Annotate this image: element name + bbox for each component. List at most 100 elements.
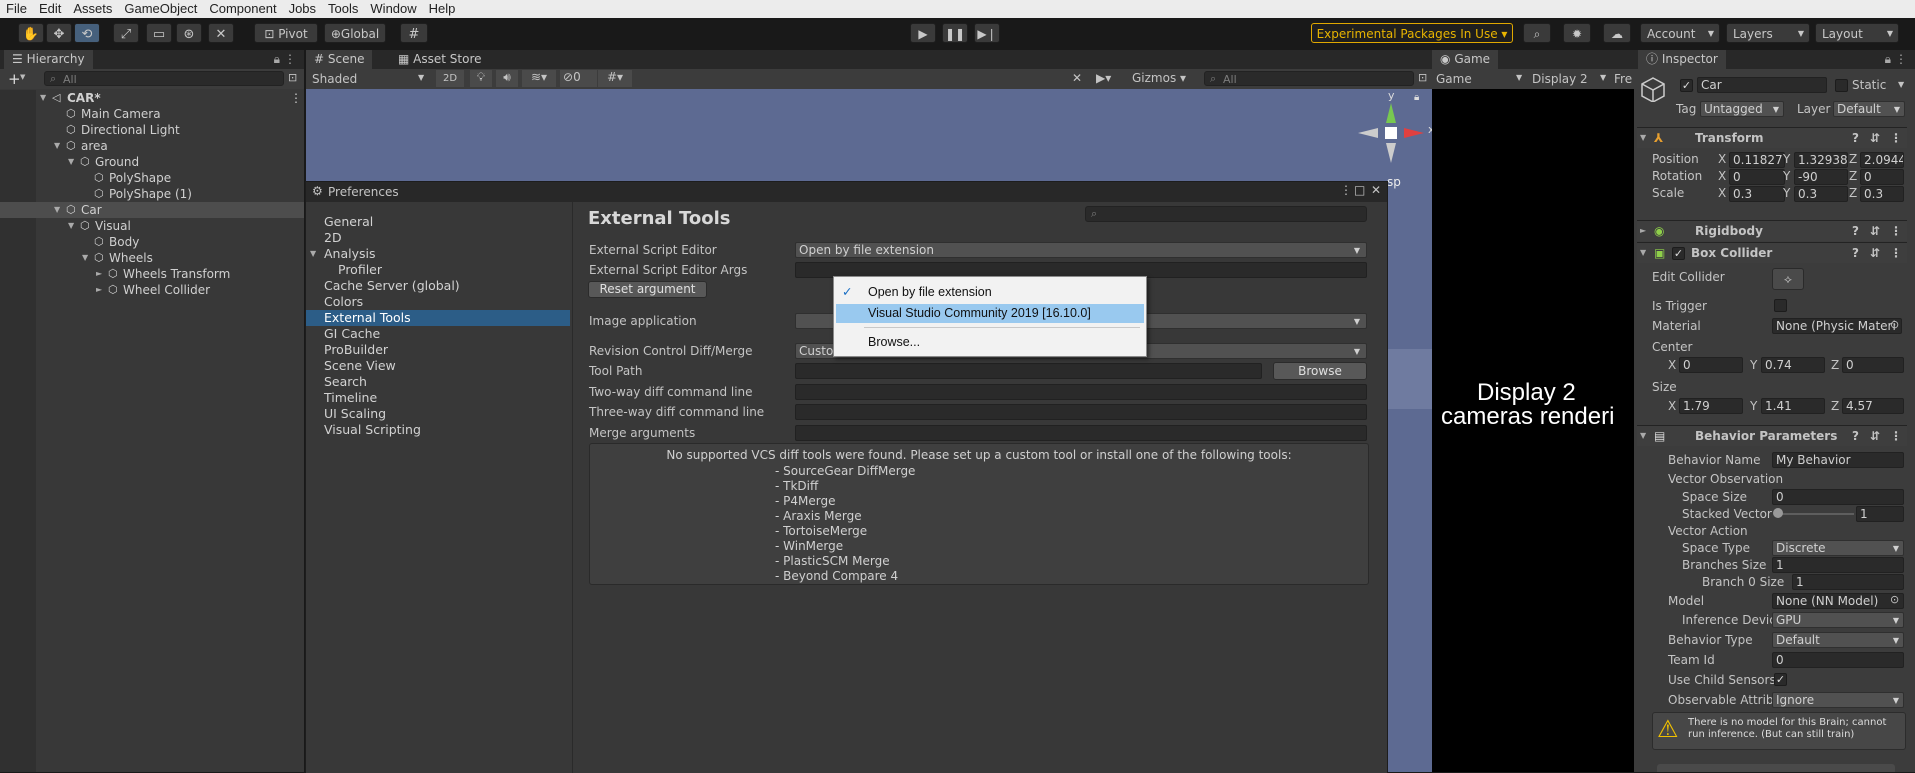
custom-tool-icon[interactable]: ✕ [208,23,234,43]
hierarchy-row[interactable]: ⬡ PolyShape (1) [0,186,304,202]
three-way-diff-input[interactable] [795,404,1367,420]
box-collider-header[interactable]: ▼ ▣ ✓ Box Collider ? ⇵ ⋮ [1637,242,1907,263]
rect-tool-icon[interactable]: ▭ [146,23,172,43]
expanded-arrow-icon[interactable]: ▼ [310,246,316,262]
size-x-input[interactable]: 1.79 [1679,398,1743,414]
inference-device-dropdown[interactable]: GPU ▼ [1772,612,1904,628]
tab-asset-store[interactable]: ▦ Asset Store [390,50,490,69]
size-y-input[interactable]: 1.41 [1761,398,1825,414]
help-icon[interactable]: ? [1852,243,1859,263]
aspect-dropdown[interactable]: Fre [1614,72,1632,86]
hierarchy-row[interactable]: ▼ ◁ CAR* ⋮ [0,90,304,106]
effects-icon[interactable]: ≋▾ [522,70,556,87]
menu-gameobject[interactable]: GameObject [118,0,203,16]
help-icon[interactable]: ? [1852,128,1859,148]
z-input[interactable]: 2.0944 [1860,152,1904,168]
external-editor-dropdown[interactable]: Open by file extension ▼ [795,242,1367,258]
rotate-tool-icon[interactable]: ⟲ [74,23,100,43]
cloud-icon[interactable]: ☁ [1603,23,1631,43]
menu-tools[interactable]: Tools [322,0,364,16]
display-dropdown[interactable]: Display 2 ▼ [1532,72,1606,86]
move-tool-icon[interactable]: ✥ [46,23,72,43]
tools-icon[interactable]: ✕ [1072,71,1082,85]
step-button[interactable]: ▶❘ [974,23,1000,43]
space-type-dropdown[interactable]: Discrete ▼ [1772,540,1904,556]
preferences-category-selected[interactable]: External Tools [306,310,570,326]
more-options-icon[interactable]: ⋮ [1890,128,1902,148]
hierarchy-row[interactable]: ► ⬡ Wheels Transform [0,266,304,282]
menu-assets[interactable]: Assets [67,0,118,16]
transform-tool-icon[interactable]: ⊛ [176,23,202,43]
preferences-category[interactable]: Analysis [324,246,376,262]
global-toggle[interactable]: ⊕Global [324,23,386,43]
popup-option[interactable]: ✓ Open by file extension [834,282,1146,302]
grid-toggle-icon[interactable]: #▾ [598,70,632,87]
use-child-sensors-checkbox[interactable]: ✓ [1774,673,1787,686]
preferences-search-input[interactable]: ⌕ [1085,206,1367,222]
hand-tool-icon[interactable]: ✋ [18,23,44,43]
preferences-category[interactable]: GI Cache [324,326,380,342]
tab-game[interactable]: ◉ Game [1432,50,1499,69]
object-picker-icon[interactable]: ⊙ [1890,593,1899,606]
more-options-icon[interactable]: ⋮ [1895,52,1907,66]
box-collider-enabled-checkbox[interactable]: ✓ [1672,247,1685,260]
hierarchy-row[interactable]: ⬡ Main Camera [0,106,304,122]
layout-dropdown[interactable]: Layout ▼ [1815,23,1899,43]
transform-header[interactable]: ▼ ⅄ Transform ? ⇵ ⋮ [1637,127,1907,148]
center-y-input[interactable]: 0.74 [1761,357,1825,373]
more-options-icon[interactable]: ⋮ [290,90,302,106]
preset-icon[interactable]: ⇵ [1870,128,1880,148]
popup-option-highlighted[interactable]: Visual Studio Community 2019 [16.10.0] [836,304,1144,323]
preferences-category[interactable]: Scene View [324,358,396,374]
hidden-objects-toggle[interactable]: ⊘0 [560,70,597,87]
edit-collider-button[interactable]: ⟡ [1772,268,1804,290]
scale-tool-icon[interactable]: ⤢ [113,23,139,43]
expanded-arrow-icon[interactable]: ▼ [82,250,92,266]
tab-hierarchy[interactable]: ☰ Hierarchy [4,50,93,69]
slider-handle[interactable] [1773,508,1783,518]
expanded-arrow-icon[interactable]: ▼ [68,154,78,170]
behavior-name-input[interactable]: My Behavior [1772,452,1904,468]
x-input[interactable]: 0 [1729,169,1785,185]
more-options-icon[interactable]: ⋮ [1890,243,1902,263]
tab-scene[interactable]: # Scene [306,50,373,69]
static-checkbox[interactable] [1835,79,1848,92]
preferences-category[interactable]: ProBuilder [324,342,388,358]
play-button[interactable]: ▶ [910,23,936,43]
maximize-icon[interactable]: □ [1354,183,1365,197]
observable-attribute-dropdown[interactable]: Ignore ▼ [1772,692,1904,708]
expanded-arrow-icon[interactable]: ▼ [68,218,78,234]
branches-size-input[interactable]: 1 [1772,557,1904,573]
menu-window[interactable]: Window [364,0,422,16]
team-id-input[interactable]: 0 [1772,652,1904,668]
pivot-toggle[interactable]: ⊡ Pivot [254,23,318,43]
expanded-arrow-icon[interactable]: ▼ [54,202,64,218]
z-input[interactable]: 0.3 [1860,186,1904,202]
hierarchy-search-input[interactable]: ⌕ All [44,71,284,86]
gizmos-dropdown[interactable]: Gizmos ▾ [1132,71,1186,85]
lock-icon[interactable]: 🔒︎ [1885,52,1891,67]
hierarchy-row[interactable]: ▼ ⬡ Visual [0,218,304,234]
lock-icon[interactable]: 🔒︎ [1414,92,1419,103]
expanded-arrow-icon[interactable]: ▼ [54,138,64,154]
menu-jobs[interactable]: Jobs [283,0,322,16]
more-options-icon[interactable]: ⋮ [1340,183,1352,197]
menu-component[interactable]: Component [203,0,282,16]
grid-snap-icon[interactable]: # [400,23,428,43]
y-input[interactable]: 0.3 [1794,186,1848,202]
preferences-category[interactable]: Profiler [338,262,382,278]
2d-toggle[interactable]: 2D [436,70,464,87]
x-input[interactable]: 0.3 [1729,186,1785,202]
stacked-vectors-slider[interactable] [1778,513,1854,515]
preset-icon[interactable]: ⇵ [1870,426,1880,446]
collapsed-arrow-icon[interactable]: ► [96,282,106,298]
hierarchy-row[interactable]: ⬡ Directional Light [0,122,304,138]
chevron-down-icon[interactable]: ▼ [1898,80,1904,89]
more-options-icon[interactable]: ⋮ [1890,221,1902,241]
preferences-category[interactable]: Search [324,374,367,390]
preferences-category[interactable]: Colors [324,294,363,310]
expanded-arrow-icon[interactable]: ▼ [40,90,50,106]
add-icon[interactable]: + [8,70,21,88]
size-z-input[interactable]: 4.57 [1842,398,1904,414]
two-way-diff-input[interactable] [795,384,1367,400]
